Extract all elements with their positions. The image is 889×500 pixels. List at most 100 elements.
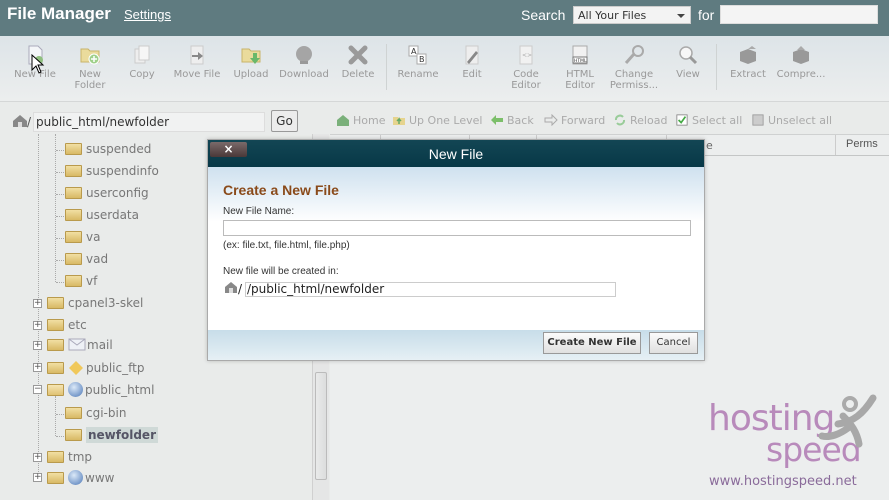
toolbar-label: Move File xyxy=(173,69,221,80)
new-folder-icon xyxy=(80,48,100,65)
collapse-toggle[interactable]: − xyxy=(33,385,42,394)
search-scope-select[interactable]: All Your Files xyxy=(573,6,691,24)
settings-link[interactable]: Settings xyxy=(124,7,171,22)
toolbar-label: Copy xyxy=(129,69,155,80)
runner-logo-icon xyxy=(818,394,877,448)
nav-label: Back xyxy=(507,114,534,127)
new-file-dialog: New File × Create a New File New File Na… xyxy=(207,139,705,361)
rename-button[interactable]: AB Rename xyxy=(396,44,440,80)
tree-folder-tmp[interactable]: tmp xyxy=(47,450,92,464)
tree-folder-mail[interactable]: mail xyxy=(47,338,113,352)
html-editor-button[interactable]: HTML HTML Editor xyxy=(562,44,598,91)
tree-folder-public_ftp[interactable]: public_ftp xyxy=(47,360,144,376)
expand-toggle[interactable]: + xyxy=(33,473,42,482)
edit-button[interactable]: Edit xyxy=(458,44,486,80)
tree-folder-cpanel3-skel[interactable]: cpanel3-skel xyxy=(47,296,143,310)
toolbar: New File New Folder Copy Move File Uploa… xyxy=(0,36,889,102)
up-one-level-button[interactable]: Up One Level xyxy=(392,114,482,127)
folder-icon xyxy=(65,231,82,243)
new-folder-button[interactable]: New Folder xyxy=(70,44,110,91)
toolbar-label: Download xyxy=(279,69,329,80)
forward-arrow-icon xyxy=(544,114,558,126)
compress-icon xyxy=(793,46,809,64)
tree-folder-newfolder[interactable]: newfolder xyxy=(65,427,158,443)
home-nav-button[interactable]: Home xyxy=(336,114,385,127)
tree-folder-suspendinfo[interactable]: suspendinfo xyxy=(65,164,159,178)
expand-toggle[interactable]: + xyxy=(33,341,42,350)
search-input[interactable] xyxy=(720,5,878,24)
expand-toggle[interactable]: + xyxy=(33,321,42,330)
move-file-button[interactable]: Move File xyxy=(170,44,224,80)
upload-button[interactable]: Upload xyxy=(231,44,271,80)
compress-button[interactable]: Compre... xyxy=(776,44,826,80)
select-all-button[interactable]: Select all xyxy=(675,114,742,127)
folder-label: vad xyxy=(86,252,109,266)
change-permissions-button[interactable]: Change Permiss... xyxy=(608,44,660,91)
tree-folder-va[interactable]: va xyxy=(65,230,100,244)
location-value: /public_html/newfolder xyxy=(247,282,385,296)
code-editor-icon: <> xyxy=(519,45,533,65)
tree-folder-public_html[interactable]: public_html xyxy=(47,382,154,397)
tree-folder-vad[interactable]: vad xyxy=(65,252,108,266)
go-button[interactable]: Go xyxy=(271,110,298,132)
home-icon xyxy=(13,115,27,127)
dialog-body: Create a New File New File Name: (ex: fi… xyxy=(208,167,704,330)
scrollbar-thumb[interactable] xyxy=(315,372,327,480)
svg-text:A: A xyxy=(411,47,417,56)
tree-folder-userconfig[interactable]: userconfig xyxy=(65,186,149,200)
nav-label: Up One Level xyxy=(409,114,483,127)
location-input[interactable]: /public_html/newfolder xyxy=(245,282,616,297)
app-title: File Manager xyxy=(7,4,111,23)
folder-icon xyxy=(65,253,82,265)
path-input[interactable] xyxy=(33,112,265,132)
expand-toggle[interactable]: + xyxy=(33,363,42,372)
folder-icon xyxy=(65,165,82,177)
close-icon: × xyxy=(223,142,234,156)
view-button[interactable]: View xyxy=(674,44,702,80)
back-arrow-icon xyxy=(491,115,503,125)
back-button[interactable]: Back xyxy=(490,114,534,127)
tree-folder-etc[interactable]: etc xyxy=(47,318,87,332)
dialog-heading: Create a New File xyxy=(223,182,339,198)
unselect-all-button[interactable]: Unselect all xyxy=(751,114,832,127)
tree-folder-suspended[interactable]: suspended xyxy=(65,142,151,156)
column-header-partial[interactable]: e xyxy=(706,139,713,152)
folder-icon xyxy=(65,275,82,287)
search-label: Search xyxy=(521,7,566,23)
copy-button[interactable]: Copy xyxy=(126,44,158,80)
expand-toggle[interactable]: + xyxy=(33,299,42,308)
create-new-file-button[interactable]: Create New File xyxy=(543,332,641,354)
tree-folder-www[interactable]: www xyxy=(47,470,114,485)
forward-button[interactable]: Forward xyxy=(544,114,605,127)
file-name-input[interactable] xyxy=(223,220,691,236)
folder-icon xyxy=(47,472,64,484)
mail-icon xyxy=(68,338,86,351)
home-icon xyxy=(225,282,237,293)
svg-text:B: B xyxy=(419,55,425,64)
code-editor-button[interactable]: <> Code Editor xyxy=(508,44,544,91)
reload-button[interactable]: Reload xyxy=(613,114,667,127)
column-header-perms[interactable]: Perms xyxy=(846,138,878,150)
column-divider xyxy=(835,135,836,155)
cancel-button[interactable]: Cancel xyxy=(649,332,698,354)
delete-button[interactable]: Delete xyxy=(340,44,376,80)
tree-line xyxy=(55,396,56,436)
expand-toggle[interactable]: + xyxy=(33,453,42,462)
svg-text:HTML: HTML xyxy=(574,58,587,64)
tree-folder-userdata[interactable]: userdata xyxy=(65,208,139,222)
download-button[interactable]: Download xyxy=(279,44,329,80)
tree-folder-cgi-bin[interactable]: cgi-bin xyxy=(65,406,126,420)
svg-text:<>: <> xyxy=(522,52,532,59)
folder-label: userdata xyxy=(86,208,139,222)
close-button[interactable]: × xyxy=(210,142,247,157)
extract-button[interactable]: Extract xyxy=(728,44,768,80)
folder-label: suspendinfo xyxy=(86,164,159,178)
tree-folder-vf[interactable]: vf xyxy=(65,274,97,288)
extract-icon xyxy=(740,46,756,64)
toolbar-label: Upload xyxy=(233,69,269,80)
toolbar-separator xyxy=(386,44,387,90)
toolbar-label: Code Editor xyxy=(511,69,541,91)
folder-label: cpanel3-skel xyxy=(68,296,144,310)
path-root-slash: / xyxy=(27,115,32,129)
folder-label: va xyxy=(86,230,101,244)
